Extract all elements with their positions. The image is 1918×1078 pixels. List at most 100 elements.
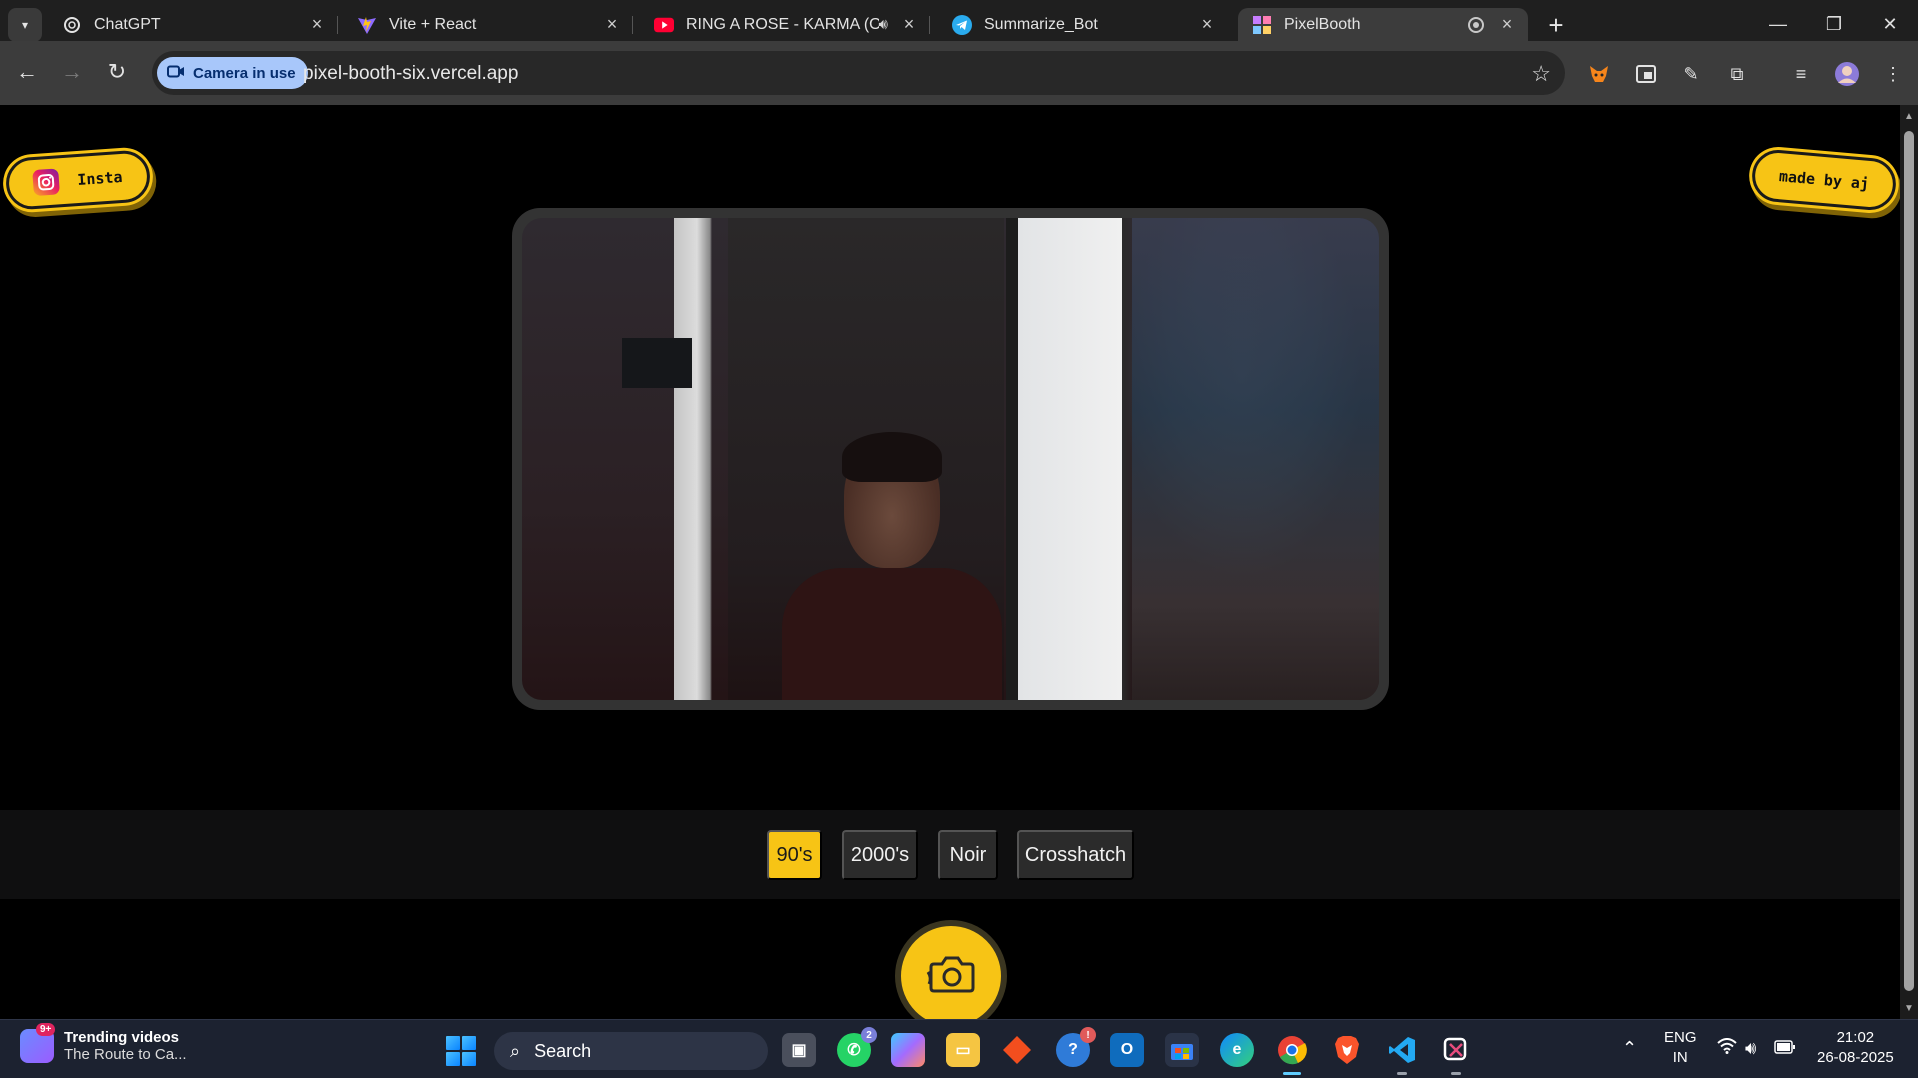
- url-text[interactable]: pixel-booth-six.vercel.app: [303, 63, 518, 85]
- tab-close-icon[interactable]: ×: [308, 14, 326, 35]
- filter-bar: 90's 2000's Noir Crosshatch: [0, 810, 1900, 899]
- speaker-icon[interactable]: 🔊︎: [879, 16, 888, 33]
- whatsapp-badge: 2: [861, 1027, 877, 1043]
- telegram-icon: [952, 14, 972, 35]
- scrollbar-thumb[interactable]: [1904, 131, 1914, 991]
- wifi-icon[interactable]: [1717, 1038, 1737, 1059]
- tab-vite-react[interactable]: Vite + React ×: [343, 8, 633, 41]
- person-in-frame: [782, 432, 1002, 700]
- edge-icon[interactable]: e: [1220, 1033, 1254, 1067]
- capture-photo-button[interactable]: [895, 920, 1007, 1019]
- clock[interactable]: 21:02 26-08-2025: [1817, 1028, 1894, 1068]
- profile-avatar-icon[interactable]: [1834, 61, 1860, 87]
- widgets-button[interactable]: 9+ Trending videos The Route to Ca...: [20, 1023, 187, 1063]
- windows-start-icon[interactable]: [446, 1036, 476, 1066]
- background-vent: [622, 338, 692, 388]
- camera-icon: [926, 952, 976, 1001]
- bookmark-star-icon[interactable]: ☆: [1531, 61, 1551, 87]
- widget-title: Trending videos: [64, 1029, 180, 1046]
- restore-icon[interactable]: ❐: [1810, 6, 1858, 42]
- tab-summarize-bot[interactable]: Summarize_Bot ×: [938, 8, 1228, 41]
- pixelbooth-icon: [1252, 15, 1272, 35]
- youtube-icon: [654, 15, 674, 35]
- insta-label: Insta: [76, 167, 124, 190]
- reload-icon[interactable]: ↻: [100, 55, 134, 89]
- window-close-icon[interactable]: ✕: [1866, 6, 1914, 42]
- tab-title: ChatGPT: [94, 15, 161, 33]
- help-icon[interactable]: ? !: [1056, 1027, 1096, 1067]
- tab-separator: [632, 16, 633, 34]
- language-line2: IN: [1672, 1049, 1688, 1066]
- filter-crosshatch-button[interactable]: Crosshatch: [1017, 830, 1134, 880]
- tab-title: RING A ROSE - KARMA (Offi: [686, 15, 879, 33]
- filter-noir-button[interactable]: Noir: [938, 830, 998, 880]
- search-icon: ⌕: [510, 1040, 521, 1061]
- copilot-icon[interactable]: [891, 1033, 925, 1067]
- recording-icon: [1468, 16, 1484, 33]
- camera-chip-label: Camera in use: [193, 64, 296, 82]
- filter-2000s-button[interactable]: 2000's: [842, 830, 918, 880]
- language-indicator[interactable]: ENG IN: [1664, 1028, 1697, 1068]
- insta-link-button[interactable]: Insta: [4, 149, 152, 211]
- camera-in-use-chip[interactable]: Camera in use: [157, 57, 308, 89]
- file-explorer-icon[interactable]: ▭: [946, 1033, 980, 1067]
- eyedropper-icon[interactable]: ✎: [1678, 61, 1704, 87]
- tab-close-icon[interactable]: ×: [1198, 14, 1216, 35]
- pixelbooth-page: Insta made by aj 90's 2000's Noir Crossh…: [0, 105, 1900, 1019]
- webcam-video-feed: [522, 218, 1379, 700]
- help-badge: !: [1080, 1027, 1096, 1043]
- clock-date: 26-08-2025: [1817, 1049, 1894, 1066]
- tab-chatgpt[interactable]: ChatGPT ×: [48, 8, 338, 41]
- kebab-menu-icon[interactable]: ⋮: [1880, 61, 1906, 87]
- whatsapp-icon[interactable]: ✆ 2: [837, 1027, 877, 1067]
- page-scrollbar[interactable]: ▲ ▼: [1900, 105, 1918, 1019]
- tab-close-icon[interactable]: ×: [603, 14, 621, 35]
- back-arrow-icon[interactable]: ←: [10, 55, 44, 89]
- tab-close-icon[interactable]: ×: [900, 14, 918, 35]
- filter-90s-button[interactable]: 90's: [767, 830, 822, 880]
- battery-icon[interactable]: [1774, 1038, 1796, 1059]
- scroll-down-arrow-icon[interactable]: ▼: [1903, 1003, 1915, 1015]
- windows-taskbar: 9+ Trending videos The Route to Ca... ⌕ …: [0, 1019, 1918, 1078]
- tab-youtube[interactable]: RING A ROSE - KARMA (Offi 🔊︎ ×: [640, 8, 930, 41]
- widget-subtitle: The Route to Ca...: [64, 1046, 187, 1063]
- browser-tab-strip: ▾ ChatGPT × Vite + React × RING A ROSE -…: [0, 0, 1918, 42]
- brave-icon[interactable]: [1330, 1033, 1364, 1067]
- tab-search-chevron-icon[interactable]: ▾: [8, 8, 42, 42]
- forward-arrow-icon[interactable]: →: [55, 55, 89, 89]
- chatgpt-icon: [62, 15, 82, 35]
- new-tab-plus-icon[interactable]: +: [1541, 10, 1571, 40]
- camera-frame: [512, 208, 1389, 710]
- tab-title: Vite + React: [389, 15, 477, 33]
- media-playlist-icon[interactable]: ≡: [1788, 61, 1814, 87]
- volume-icon[interactable]: 🔊︎: [1745, 1038, 1756, 1059]
- video-widget-icon: 9+: [20, 1023, 56, 1063]
- tab-pixelbooth[interactable]: PixelBooth ×: [1238, 8, 1528, 41]
- chrome-icon[interactable]: [1275, 1033, 1309, 1075]
- taskbar-search-label: Search: [534, 1040, 592, 1061]
- tab-separator: [929, 16, 930, 34]
- address-bar[interactable]: Camera in use pixel-booth-six.vercel.app…: [152, 51, 1565, 95]
- scroll-up-arrow-icon[interactable]: ▲: [1903, 111, 1915, 123]
- minimize-icon[interactable]: —: [1754, 6, 1802, 42]
- browser-toolbar: ← → ↻ Camera in use pixel-booth-six.verc…: [0, 41, 1918, 105]
- git-diamond-icon[interactable]: [1000, 1033, 1034, 1067]
- taskbar-search-box[interactable]: ⌕ Search: [494, 1032, 768, 1070]
- made-by-badge[interactable]: made by aj: [1750, 147, 1898, 213]
- tab-title: Summarize_Bot: [984, 15, 1098, 33]
- show-hidden-icons-chevron-icon[interactable]: ⌃: [1622, 1038, 1637, 1059]
- vscode-icon[interactable]: [1385, 1033, 1419, 1075]
- tab-close-icon[interactable]: ×: [1498, 14, 1516, 35]
- tab-separator: [337, 16, 338, 34]
- microsoft-store-icon[interactable]: [1165, 1033, 1199, 1067]
- metamask-fox-icon[interactable]: [1586, 61, 1612, 87]
- picture-in-picture-icon[interactable]: [1633, 61, 1659, 87]
- instagram-icon: [32, 168, 61, 197]
- outlook-icon[interactable]: O: [1110, 1033, 1144, 1067]
- extensions-puzzle-icon[interactable]: ⧉: [1724, 61, 1750, 87]
- vite-icon: [357, 15, 377, 35]
- task-view-icon[interactable]: ▣: [782, 1033, 816, 1067]
- language-line1: ENG: [1664, 1029, 1697, 1046]
- tab-title: PixelBooth: [1284, 15, 1361, 33]
- snipping-tool-icon[interactable]: [1439, 1033, 1473, 1075]
